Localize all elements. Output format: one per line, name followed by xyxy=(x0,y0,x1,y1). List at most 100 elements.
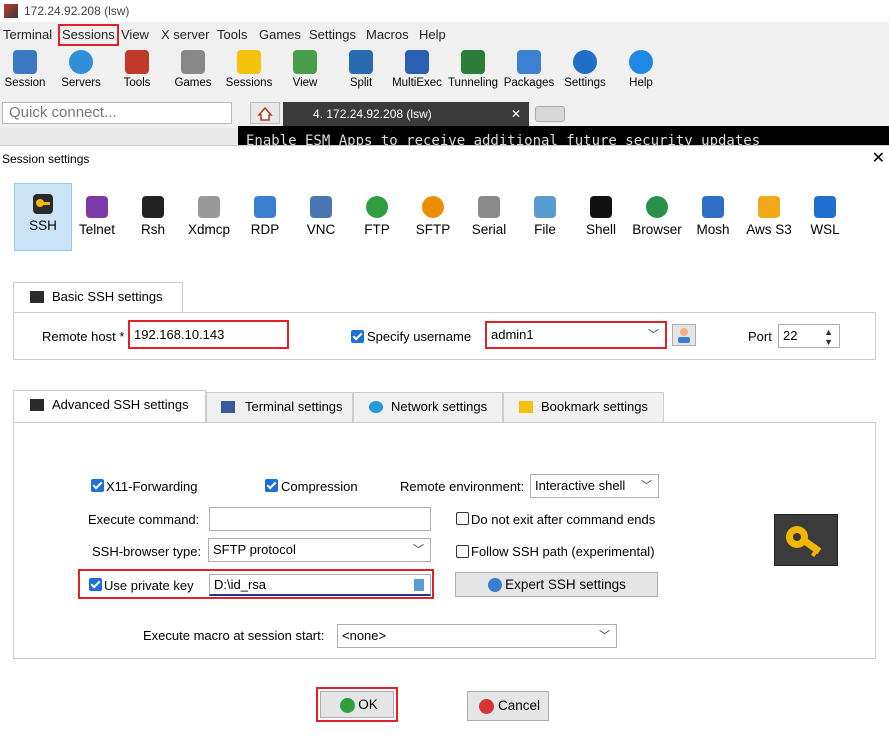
toolbar-servers-button[interactable]: Servers xyxy=(53,48,109,89)
tab-bookmark-settings[interactable]: Bookmark settings xyxy=(503,392,664,422)
remote-host-input[interactable]: 192.168.10.143 xyxy=(128,320,289,349)
private-key-path-input[interactable]: D:\id_rsa xyxy=(209,574,431,596)
close-tab-icon[interactable]: ✕ xyxy=(511,102,521,126)
help-icon xyxy=(629,50,653,74)
menu-x-server[interactable]: X server xyxy=(161,27,209,42)
session-type-shell[interactable]: Shell xyxy=(574,186,628,237)
x11-forwarding-label: X11-Forwarding xyxy=(106,479,198,494)
session-type-browser[interactable]: Browser xyxy=(630,186,684,237)
toolbar-games-button[interactable]: Games xyxy=(165,48,221,89)
no-exit-label: Do not exit after command ends xyxy=(471,512,656,527)
user-gear-icon xyxy=(488,578,502,592)
session-type-wsl[interactable]: WSL xyxy=(798,186,852,237)
tools-icon xyxy=(125,50,149,74)
session-type-serial[interactable]: Serial xyxy=(462,186,516,237)
tab-advanced-ssh-settings[interactable]: Advanced SSH settings xyxy=(13,390,206,422)
terminal-icon xyxy=(221,401,235,413)
tab-network-settings[interactable]: Network settings xyxy=(353,392,503,422)
star-icon xyxy=(237,50,261,74)
file-icon xyxy=(534,196,556,218)
expert-ssh-settings-button[interactable]: Expert SSH settings xyxy=(455,572,658,597)
menu-sessions[interactable]: Sessions xyxy=(58,24,119,46)
compression-label: Compression xyxy=(281,479,358,494)
rsh-icon xyxy=(142,196,164,218)
mobaxterm-window: 172.24.92.208 (lsw) Terminal Sessions Vi… xyxy=(0,0,889,150)
menu-help[interactable]: Help xyxy=(419,27,446,42)
key-icon xyxy=(30,291,44,303)
close-icon[interactable]: ✕ xyxy=(872,148,885,168)
cancel-circle-icon xyxy=(479,699,494,714)
session-type-mosh[interactable]: Mosh xyxy=(686,186,740,237)
windows-icon xyxy=(814,196,836,218)
toolbar-tools-button[interactable]: Tools xyxy=(109,48,165,89)
toolbar-split-button[interactable]: Split xyxy=(333,48,389,89)
xdmcp-icon xyxy=(198,196,220,218)
terminal-tab[interactable]: 4. 172.24.92.208 (lsw) ✕ xyxy=(283,102,529,126)
terminal-tab-label: 4. 172.24.92.208 (lsw) xyxy=(313,107,432,121)
username-combo[interactable]: admin1 ﹀ xyxy=(485,321,667,349)
specify-username-checkbox[interactable] xyxy=(351,330,364,343)
chevron-down-icon: ﹀ xyxy=(413,544,424,556)
key-icon xyxy=(30,399,44,411)
large-key-icon xyxy=(774,514,838,566)
ok-button[interactable]: OK xyxy=(320,691,394,718)
toolbar-settings-button[interactable]: Settings xyxy=(557,48,613,89)
session-type-aws-s3[interactable]: Aws S3 xyxy=(742,186,796,237)
star-icon xyxy=(519,401,533,413)
follow-ssh-path-checkbox[interactable] xyxy=(456,545,469,558)
file-browse-icon[interactable] xyxy=(414,579,424,591)
menu-macros[interactable]: Macros xyxy=(366,27,409,42)
execute-command-input[interactable] xyxy=(209,507,431,531)
menu-tools[interactable]: Tools xyxy=(217,27,247,42)
toolbar-session-button[interactable]: Session xyxy=(0,48,53,89)
toolbar-sessions-button[interactable]: Sessions xyxy=(221,48,277,89)
rdp-icon xyxy=(254,196,276,218)
session-type-sftp[interactable]: SFTP xyxy=(406,186,460,237)
toolbar-view-button[interactable]: View xyxy=(277,48,333,89)
main-toolbar: Session Servers Tools Games Sessions Vie… xyxy=(0,48,889,98)
session-type-ftp[interactable]: FTP xyxy=(350,186,404,237)
toolbar-help-button[interactable]: Help xyxy=(613,48,669,89)
port-spinner[interactable]: 22 ▲ ▼ xyxy=(778,324,840,348)
ssh-browser-type-select[interactable]: SFTP protocol ﹀ xyxy=(208,538,431,562)
new-tab-button[interactable] xyxy=(535,106,565,122)
execute-macro-select[interactable]: <none> ﹀ xyxy=(337,624,617,648)
session-type-xdmcp[interactable]: Xdmcp xyxy=(182,186,236,237)
session-settings-dialog: Session settings ✕ SSH Telnet Rsh Xdmcp … xyxy=(0,145,889,742)
quick-connect-input[interactable]: Quick connect... xyxy=(2,102,232,124)
gear-icon xyxy=(573,50,597,74)
menu-view[interactable]: View xyxy=(121,27,149,42)
menu-terminal[interactable]: Terminal xyxy=(3,27,52,42)
user-icon xyxy=(678,328,690,343)
tab-terminal-settings[interactable]: Terminal settings xyxy=(206,392,353,422)
servers-icon xyxy=(69,50,93,74)
chevron-down-icon: ﹀ xyxy=(648,329,659,341)
mosh-icon xyxy=(702,196,724,218)
compression-checkbox[interactable] xyxy=(265,479,278,492)
session-type-ssh[interactable]: SSH xyxy=(14,183,72,251)
session-type-rsh[interactable]: Rsh xyxy=(126,186,180,237)
menu-settings[interactable]: Settings xyxy=(309,27,356,42)
toolbar-packages-button[interactable]: Packages xyxy=(501,48,557,89)
execute-macro-label: Execute macro at session start: xyxy=(143,628,325,643)
session-type-file[interactable]: File xyxy=(518,186,572,237)
toolbar-multiexec-button[interactable]: MultiExec xyxy=(389,48,445,89)
use-private-key-checkbox[interactable] xyxy=(89,578,102,591)
remote-environment-select[interactable]: Interactive shell ﹀ xyxy=(530,474,659,498)
monitor-icon xyxy=(13,50,37,74)
no-exit-checkbox[interactable] xyxy=(456,512,469,525)
session-type-rdp[interactable]: RDP xyxy=(238,186,292,237)
ftp-icon xyxy=(366,196,388,218)
follow-ssh-path-label: Follow SSH path (experimental) xyxy=(471,544,655,559)
menu-games[interactable]: Games xyxy=(259,27,301,42)
toolbar-tunneling-button[interactable]: Tunneling xyxy=(445,48,501,89)
session-type-telnet[interactable]: Telnet xyxy=(70,186,124,237)
tab-basic-ssh-settings[interactable]: Basic SSH settings xyxy=(13,282,183,312)
serial-icon xyxy=(478,196,500,218)
user-credentials-button[interactable] xyxy=(672,324,696,346)
home-tab[interactable] xyxy=(250,102,280,124)
session-type-vnc[interactable]: VNC xyxy=(294,186,348,237)
spinner-arrows-icon[interactable]: ▲ ▼ xyxy=(824,327,833,347)
cancel-button[interactable]: Cancel xyxy=(467,691,549,721)
x11-forwarding-checkbox[interactable] xyxy=(91,479,104,492)
